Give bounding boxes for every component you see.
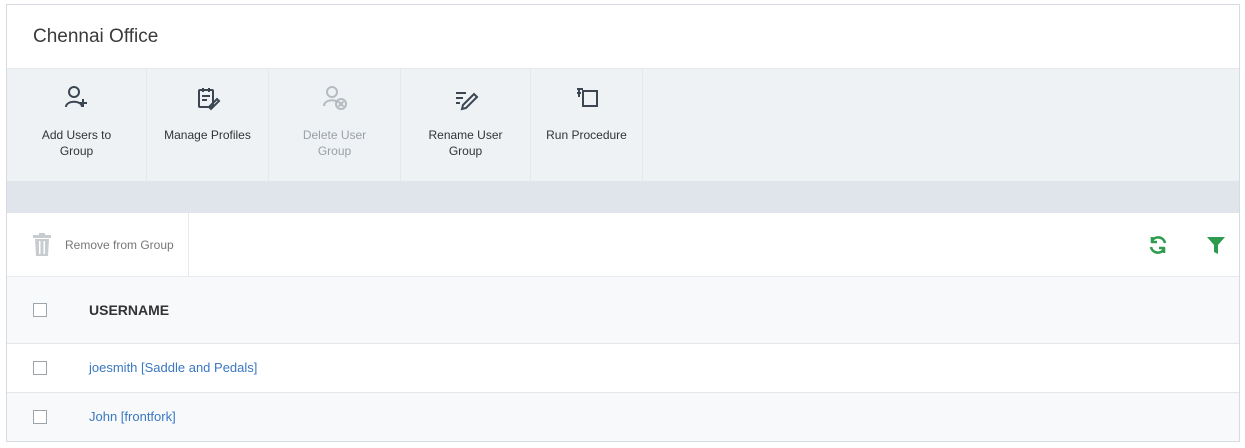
table-header-row: USERNAME [7,277,1239,343]
rename-user-group-button[interactable]: Rename User Group [401,69,531,181]
username-column-header[interactable]: USERNAME [61,277,1239,343]
manage-profiles-label: Manage Profiles [164,128,251,142]
add-users-label-1: Add Users to [41,128,112,142]
username-link[interactable]: John [frontfork] [61,392,1239,441]
row-checkbox[interactable] [33,360,47,375]
select-all-checkbox[interactable] [33,302,47,317]
table-tools [1111,213,1227,276]
section-divider [7,181,1239,213]
run-procedure-button[interactable]: Run Procedure [531,69,643,181]
refresh-icon[interactable] [1147,234,1169,256]
run-procedure-label: Run Procedure [546,128,627,142]
toolbar: Add Users to Group Manage Profiles Delet… [7,69,1239,181]
trash-icon [31,232,53,257]
add-users-label-2: Group [59,144,94,158]
row-checkbox[interactable] [33,409,47,424]
username-link[interactable]: joesmith [Saddle and Pedals] [61,343,1239,392]
remove-from-group-button[interactable]: Remove from Group [7,213,189,276]
page-title: Chennai Office [7,5,1239,69]
users-table: USERNAME joesmith [Saddle and Pedals] Jo… [7,277,1239,441]
user-group-panel: Chennai Office Add Users to Group Manage… [6,4,1240,442]
action-bar: Remove from Group [7,213,1239,277]
remove-from-group-label: Remove from Group [65,237,174,252]
rename-icon [451,83,481,113]
delete-group-label-2: Group [317,144,352,158]
table-row: joesmith [Saddle and Pedals] [7,343,1239,392]
rename-group-label-1: Rename User [428,128,503,142]
add-users-to-group-button[interactable]: Add Users to Group [7,69,147,181]
delete-group-label-1: Delete User [302,128,367,142]
manage-profiles-button[interactable]: Manage Profiles [147,69,269,181]
delete-group-icon [320,83,350,113]
delete-user-group-button[interactable]: Delete User Group [269,69,401,181]
rename-group-label-2: Group [448,144,483,158]
add-user-icon [62,83,92,113]
run-procedure-icon [572,83,602,113]
manage-profiles-icon [193,83,223,113]
filter-icon[interactable] [1205,234,1227,256]
table-row: John [frontfork] [7,392,1239,441]
